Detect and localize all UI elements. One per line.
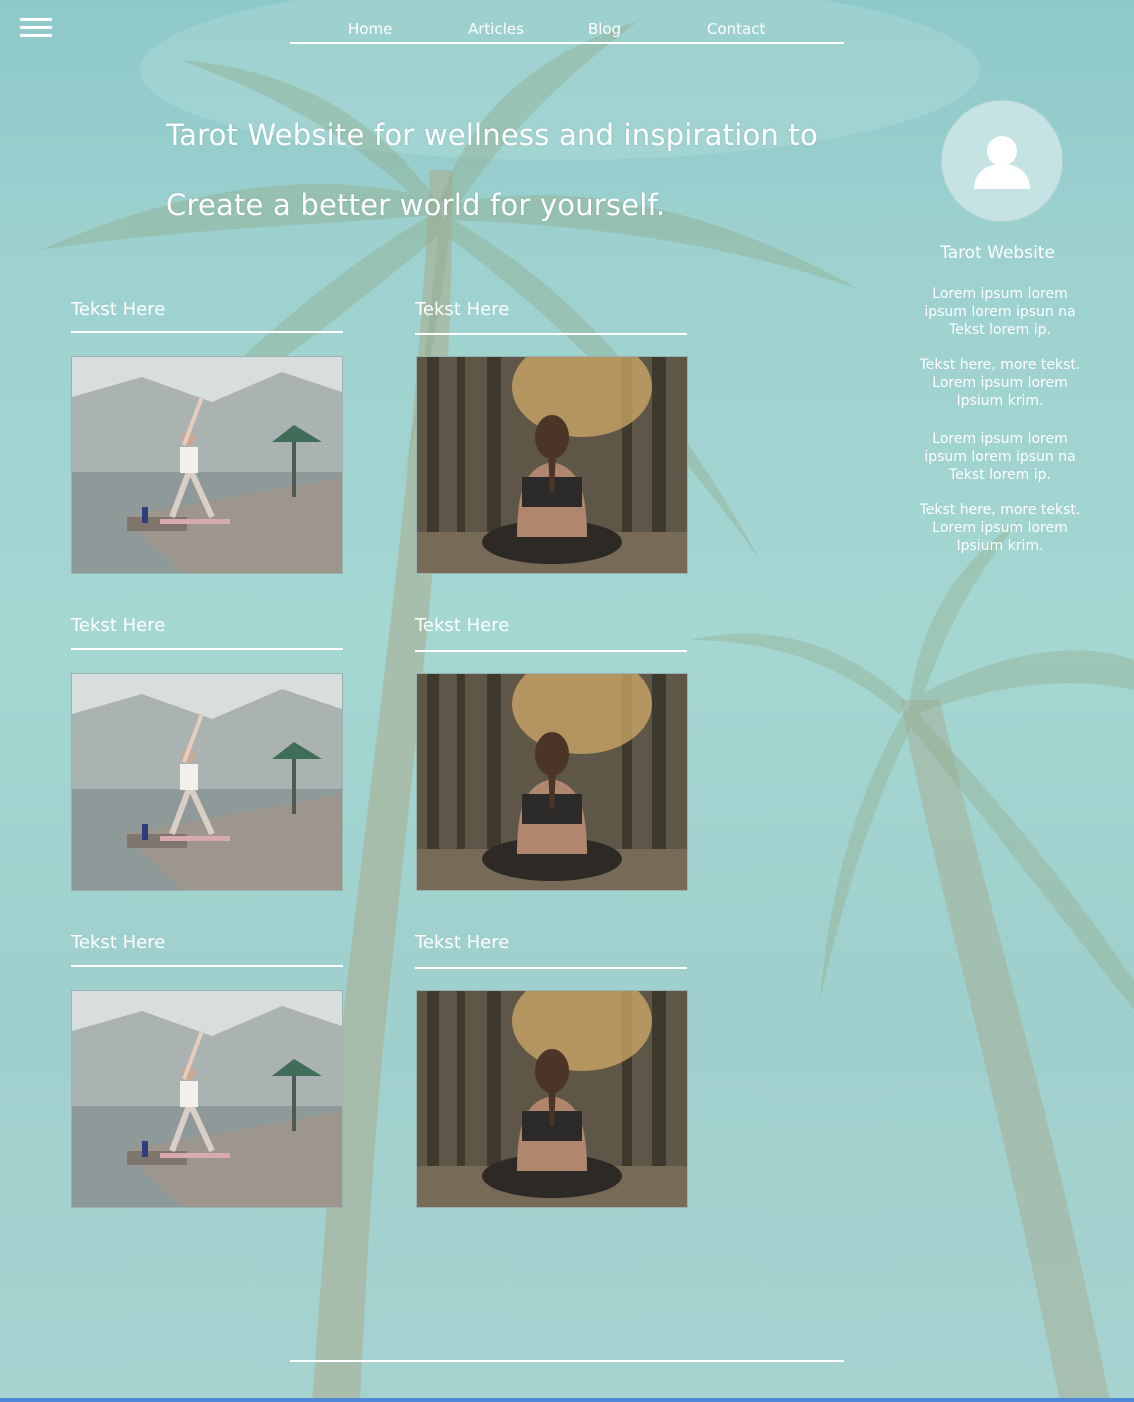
hamburger-icon-bar	[20, 26, 52, 29]
card-title[interactable]: Tekst Here	[71, 615, 165, 636]
card-divider	[415, 650, 687, 652]
forest-meditation-photo[interactable]	[416, 356, 688, 574]
card-divider	[71, 331, 343, 333]
top-navigation: Home Articles Blog Contact	[290, 16, 844, 44]
forest-meditation-photo[interactable]	[416, 673, 688, 891]
nav-home-link[interactable]: Home	[348, 20, 392, 38]
nav-contact-link[interactable]: Contact	[707, 20, 765, 38]
hamburger-icon-bar	[20, 34, 52, 37]
hamburger-menu-button[interactable]	[20, 18, 52, 40]
nav-articles-link[interactable]: Articles	[468, 20, 524, 38]
yoga-dock-photo[interactable]	[71, 673, 343, 891]
card-title[interactable]: Tekst Here	[71, 299, 165, 320]
forest-meditation-photo[interactable]	[416, 990, 688, 1208]
profile-description: Lorem ipsum lorem ipsum lorem ipsun na T…	[924, 431, 1076, 483]
nav-blog-link[interactable]: Blog	[588, 20, 621, 38]
page-bottom-border	[0, 1398, 1134, 1402]
profile-description: Tekst here, more tekst. Lorem ipsum lore…	[919, 357, 1081, 409]
footer-divider	[290, 1360, 844, 1362]
card-divider	[415, 333, 687, 335]
hero-heading-line-2: Create a better world for yourself.	[166, 188, 666, 222]
card-title[interactable]: Tekst Here	[415, 299, 509, 320]
card-divider	[71, 965, 343, 967]
yoga-dock-photo[interactable]	[71, 356, 343, 574]
hamburger-icon	[20, 18, 52, 21]
card-title[interactable]: Tekst Here	[415, 932, 509, 953]
hero-heading-line-1: Tarot Website for wellness and inspirati…	[166, 118, 818, 152]
card-divider	[71, 648, 343, 650]
profile-description: Lorem ipsum lorem ipsum lorem ipsun na T…	[924, 286, 1076, 338]
card-title[interactable]: Tekst Here	[71, 932, 165, 953]
user-avatar-icon[interactable]	[941, 100, 1063, 222]
profile-name: Tarot Website	[940, 243, 1055, 263]
card-title[interactable]: Tekst Here	[415, 615, 509, 636]
profile-description: Tekst here, more tekst. Lorem ipsum lore…	[919, 502, 1081, 554]
yoga-dock-photo[interactable]	[71, 990, 343, 1208]
card-divider	[415, 967, 687, 969]
